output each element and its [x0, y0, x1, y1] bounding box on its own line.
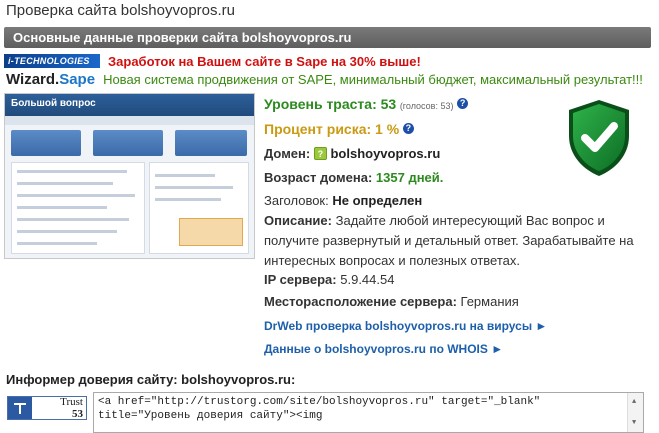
trust-badge-logo [8, 397, 32, 419]
ad-row-wizard[interactable]: Wizard.Sape Новая система продвижения от… [4, 70, 643, 88]
ip-row: IP сервера: 5.9.44.54 [264, 272, 394, 287]
help-icon[interactable]: ? [457, 98, 469, 109]
informer-code-textarea[interactable]: <a href="http://trustorg.com/site/bolsho… [93, 392, 644, 433]
scroll-up-arrow-icon[interactable]: ▲ [632, 395, 636, 409]
wizard-sape-logo[interactable]: Wizard.Sape [6, 71, 95, 88]
domain-age-value: 1357 дней. [375, 170, 444, 185]
domain-value: bolshoyvopros.ru [330, 146, 441, 161]
scroll-down-arrow-icon[interactable]: ▼ [632, 416, 636, 430]
screenshot-logo: Большой вопрос [11, 98, 96, 109]
location-row: Месторасположение сервера: Германия [264, 294, 519, 309]
wizard-ad-link[interactable]: Новая система продвижения от SAPE, миним… [103, 72, 643, 87]
informer-code: <a href="http://trustorg.com/site/bolsho… [98, 396, 541, 422]
domain-favicon-icon: ? [313, 147, 327, 160]
whois-link[interactable]: Данные о bolshoyvopros.ru по WHOIS ► [264, 342, 503, 356]
trust-votes: (голосов: 53) [399, 101, 454, 111]
trust-level: Уровень траста: 53 [264, 96, 397, 112]
heading-row: Заголовок: Не определен [264, 193, 422, 208]
description-label: Описание: [264, 213, 332, 228]
trust-badge[interactable]: Trust 53 [7, 396, 87, 420]
heading-label: Заголовок: [264, 193, 329, 208]
ip-value: 5.9.44.54 [340, 272, 395, 287]
green-shield-check-icon [569, 100, 629, 176]
domain-age-row: Возраст домена: 1357 дней. [264, 170, 443, 185]
domain-label: Домен: [264, 146, 311, 161]
location-value: Германия [460, 294, 519, 309]
ad-row-itech[interactable]: i-TECHNOLOGIES Заработок на Вашем сайте … [4, 52, 421, 70]
risk-row: Процент риска: 1 % ? [264, 121, 414, 137]
itech-logo[interactable]: i-TECHNOLOGIES [4, 54, 100, 68]
trust-badge-value: 53 [72, 408, 83, 420]
page-title: Проверка сайта bolshoyvopros.ru [6, 2, 236, 19]
location-label: Месторасположение сервера: [264, 294, 457, 309]
domain-row: Домен: ? bolshoyvopros.ru [264, 146, 440, 161]
heading-value: Не определен [332, 193, 423, 208]
section-header: Основные данные проверки сайта bolshoyvo… [4, 27, 651, 48]
trust-level-row: Уровень траста: 53 (голосов: 53) ? [264, 96, 469, 112]
site-screenshot: Большой вопрос [4, 93, 255, 259]
domain-age-label: Возраст домена: [264, 170, 373, 185]
help-icon[interactable]: ? [402, 123, 414, 134]
informer-title: Информер доверия сайту: bolshoyvopros.ru… [6, 372, 296, 387]
ip-label: IP сервера: [264, 272, 337, 287]
risk-percent: Процент риска: 1 % [264, 121, 400, 137]
drweb-link[interactable]: DrWeb проверка bolshoyvopros.ru на вирус… [264, 319, 547, 333]
code-scrollbar[interactable]: ▲ ▼ [627, 393, 643, 432]
trust-badge-word: Trust [60, 396, 83, 408]
description-row: Описание: Задайте любой интересующий Вас… [264, 211, 649, 271]
itech-ad-link[interactable]: Заработок на Вашем сайте в Sape на 30% в… [108, 54, 421, 69]
